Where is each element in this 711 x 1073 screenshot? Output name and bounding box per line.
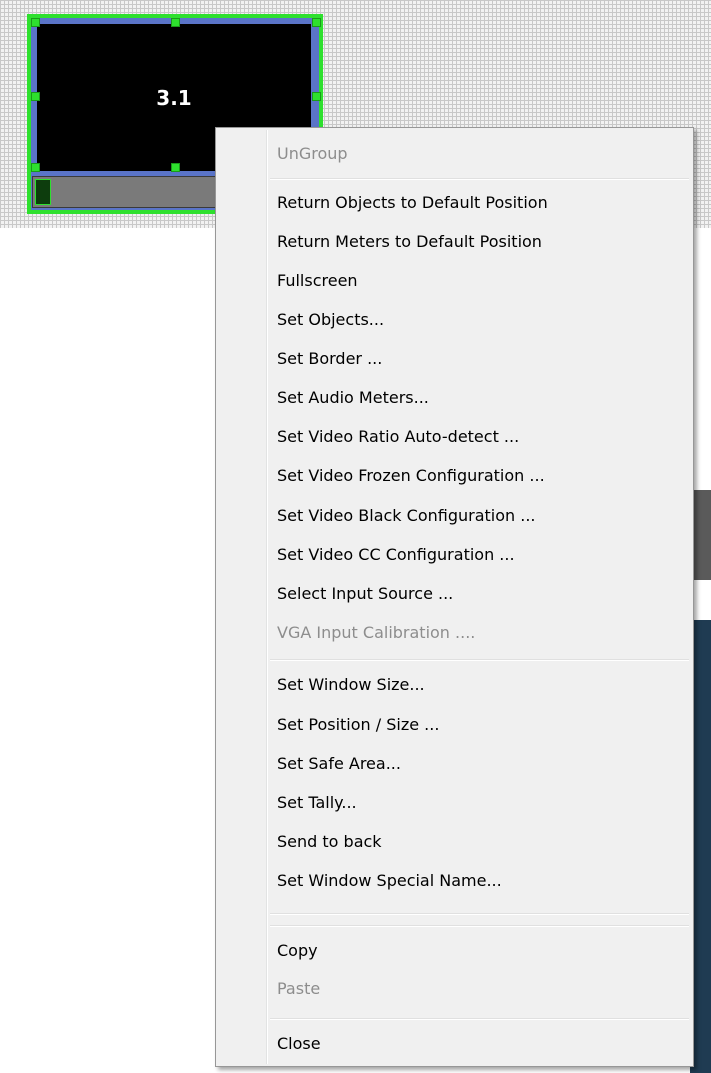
resize-handle-top-center[interactable] bbox=[171, 18, 180, 27]
menu-item-set-safe-area[interactable]: Set Safe Area... bbox=[219, 746, 690, 782]
menu-item-close[interactable]: Close bbox=[219, 1026, 690, 1062]
menu-item-vga-calibration: VGA Input Calibration .... bbox=[277, 623, 476, 642]
resize-handle-bottom-center[interactable] bbox=[171, 163, 180, 172]
resize-handle-middle-right[interactable] bbox=[312, 92, 321, 101]
menu-item-set-position-size[interactable]: Set Position / Size ... bbox=[219, 707, 690, 743]
resize-handle-bottom-left[interactable] bbox=[31, 163, 40, 172]
resize-handle-top-right[interactable] bbox=[312, 18, 321, 27]
menu-separator bbox=[270, 925, 689, 927]
menu-item-ungroup: UnGroup bbox=[277, 144, 348, 163]
resize-handle-middle-left[interactable] bbox=[31, 92, 40, 101]
context-menu: UnGroup Return Objects to Default Positi… bbox=[215, 127, 694, 1067]
menu-item-set-video-frozen[interactable]: Set Video Frozen Configuration ... bbox=[219, 458, 690, 494]
menu-item-set-video-cc[interactable]: Set Video CC Configuration ... bbox=[219, 537, 690, 573]
menu-separator bbox=[270, 913, 689, 915]
menu-item-fullscreen[interactable]: Fullscreen bbox=[219, 263, 690, 299]
menu-item-set-video-ratio[interactable]: Set Video Ratio Auto-detect ... bbox=[219, 419, 690, 455]
menu-item-return-meters-default[interactable]: Return Meters to Default Position bbox=[219, 224, 690, 260]
video-window-label: 3.1 bbox=[156, 85, 192, 110]
menu-item-set-border[interactable]: Set Border ... bbox=[219, 341, 690, 377]
resize-handle-top-left[interactable] bbox=[31, 18, 40, 27]
menu-item-set-window-size[interactable]: Set Window Size... bbox=[219, 667, 690, 703]
menu-item-set-window-special-name[interactable]: Set Window Special Name... bbox=[219, 863, 690, 899]
menu-separator bbox=[270, 1018, 689, 1020]
menu-item-set-video-black[interactable]: Set Video Black Configuration ... bbox=[219, 498, 690, 534]
menu-item-copy[interactable]: Copy bbox=[219, 933, 690, 969]
menu-item-send-to-back[interactable]: Send to back bbox=[219, 824, 690, 860]
menu-item-select-input-source[interactable]: Select Input Source ... bbox=[219, 576, 690, 612]
menu-separator bbox=[270, 178, 689, 180]
menu-item-set-objects[interactable]: Set Objects... bbox=[219, 302, 690, 338]
menu-item-set-audio-meters[interactable]: Set Audio Meters... bbox=[219, 380, 690, 416]
menu-item-return-objects-default[interactable]: Return Objects to Default Position bbox=[219, 185, 690, 221]
menu-item-set-tally[interactable]: Set Tally... bbox=[219, 785, 690, 821]
menu-item-paste: Paste bbox=[277, 979, 321, 998]
menu-separator bbox=[270, 659, 689, 661]
audio-meter-level bbox=[35, 179, 51, 205]
